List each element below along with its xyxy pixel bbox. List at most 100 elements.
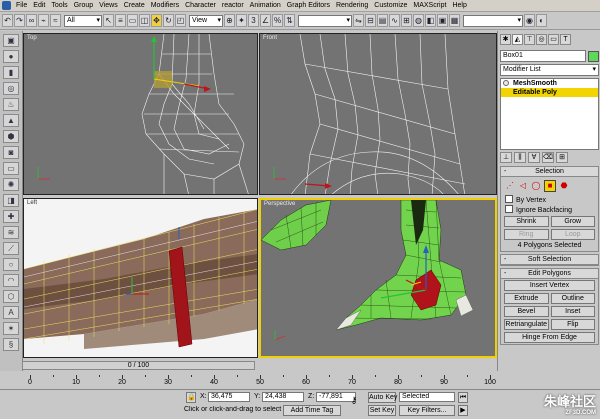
add-time-tag-button[interactable]: Add Time Tag — [283, 405, 341, 416]
menu-group[interactable]: Group — [71, 2, 96, 9]
spinner-snap-icon[interactable]: ⇅ — [284, 14, 295, 27]
select-move-icon[interactable]: ✥ — [151, 14, 162, 27]
key-icon[interactable]: ⚷ — [345, 396, 363, 407]
soft-selection-rollout-header[interactable]: Soft Selection — [501, 255, 598, 265]
app-logo-icon[interactable] — [2, 1, 11, 10]
lock-selection-icon[interactable]: 🔒 — [186, 392, 196, 403]
create-box-icon[interactable]: ▣ — [3, 34, 19, 47]
reference-coordinate-dropdown[interactable]: View — [189, 14, 223, 27]
create-helper-icon[interactable]: ✚ — [3, 210, 19, 223]
y-coordinate-field[interactable]: 24,438 — [262, 392, 304, 402]
viewport-left[interactable]: Left — [23, 198, 258, 358]
menu-edit[interactable]: Edit — [30, 2, 48, 9]
menu-animation[interactable]: Animation — [247, 2, 284, 9]
window-crossing-icon[interactable]: ◫ — [139, 14, 150, 27]
menu-file[interactable]: File — [13, 2, 30, 9]
layer-manager-icon[interactable]: ▤ — [377, 14, 388, 27]
menu-reactor[interactable]: reactor — [219, 2, 247, 9]
redo-icon[interactable]: ↷ — [14, 14, 25, 27]
menu-views[interactable]: Views — [96, 2, 121, 9]
go-to-start-icon[interactable]: ⏮ — [458, 392, 468, 403]
select-rotate-icon[interactable]: ↻ — [163, 14, 174, 27]
snap-toggle-icon[interactable]: 3 — [248, 14, 259, 27]
selection-region-icon[interactable]: ▭ — [127, 14, 138, 27]
modify-tab-icon[interactable]: ◭ — [512, 34, 523, 45]
render-type-dropdown[interactable] — [463, 14, 523, 27]
select-by-name-icon[interactable]: ≡ — [115, 14, 126, 27]
percent-snap-icon[interactable]: % — [272, 14, 283, 27]
create-text-icon[interactable]: A — [3, 306, 19, 319]
stack-item-meshsmooth[interactable]: MeshSmooth — [501, 79, 598, 88]
polygon-mode-icon[interactable]: ■ — [544, 180, 556, 192]
quick-render-icon[interactable]: ▣ — [437, 14, 448, 27]
bind-space-warp-icon[interactable]: ≈ — [50, 14, 61, 27]
unlink-icon[interactable]: ⌁ — [38, 14, 49, 27]
key-filters-button[interactable]: Key Filters... — [399, 405, 455, 416]
viewport-perspective-label[interactable]: Perspective — [264, 201, 295, 207]
pin-stack-icon[interactable]: ⊥ — [500, 152, 512, 163]
menu-character[interactable]: Character — [182, 2, 219, 9]
stack-item-editable-poly[interactable]: Editable Poly — [501, 88, 598, 97]
hinge-from-edge-button[interactable]: Hinge From Edge — [504, 332, 595, 343]
named-selection-sets-dropdown[interactable] — [298, 14, 352, 27]
menu-create[interactable]: Create — [121, 2, 148, 9]
material-editor-icon[interactable]: ◍ — [413, 14, 424, 27]
show-end-result-icon[interactable]: ⫼ — [514, 152, 526, 163]
utilities-tab-icon[interactable]: T — [560, 34, 571, 45]
make-unique-icon[interactable]: ∀ — [528, 152, 540, 163]
insert-vertex-button[interactable]: Insert Vertex — [504, 280, 595, 291]
display-tab-icon[interactable]: ▭ — [548, 34, 559, 45]
object-name-field[interactable]: Box01 — [500, 50, 586, 62]
menu-rendering[interactable]: Rendering — [333, 2, 371, 9]
menu-customize[interactable]: Customize — [371, 2, 410, 9]
viewport-left-label[interactable]: Left — [27, 200, 37, 206]
inset-button[interactable]: Inset — [550, 306, 595, 317]
active-shade-icon[interactable]: ◐ — [536, 14, 547, 27]
align-icon[interactable]: ⊟ — [365, 14, 376, 27]
render-scene-icon[interactable]: ◧ — [425, 14, 436, 27]
create-cone-icon[interactable]: ▲ — [3, 114, 19, 127]
undo-icon[interactable]: ↶ — [2, 14, 13, 27]
ring-button[interactable]: Ring — [504, 229, 549, 240]
retriangulate-button[interactable]: Retriangulate — [504, 319, 549, 330]
edge-mode-icon[interactable]: ◁ — [518, 181, 528, 191]
set-key-button[interactable]: Set Key — [368, 405, 396, 416]
create-tube-icon[interactable]: ◙ — [3, 146, 19, 159]
shrink-button[interactable]: Shrink — [504, 216, 549, 227]
object-color-swatch[interactable] — [588, 50, 599, 62]
selection-filter-dropdown[interactable]: All — [64, 14, 102, 27]
configure-modifier-sets-icon[interactable]: ⊞ — [556, 152, 568, 163]
bevel-button[interactable]: Bevel — [504, 306, 549, 317]
create-light-icon[interactable]: ✺ — [3, 178, 19, 191]
edit-polygons-rollout-header[interactable]: Edit Polygons — [501, 269, 598, 279]
loop-button[interactable]: Loop — [550, 229, 595, 240]
light-bulb-icon[interactable] — [503, 80, 509, 86]
element-mode-icon[interactable]: ⬣ — [559, 181, 569, 191]
create-circle-icon[interactable]: ○ — [3, 258, 19, 271]
vertex-mode-icon[interactable]: ⋰ — [505, 181, 515, 191]
menu-tools[interactable]: Tools — [48, 2, 70, 9]
menu-help[interactable]: Help — [449, 2, 469, 9]
curve-editor-icon[interactable]: ∿ — [389, 14, 400, 27]
create-torus-icon[interactable]: ◎ — [3, 82, 19, 95]
mirror-icon[interactable]: ⇋ — [353, 14, 364, 27]
create-ngon-icon[interactable]: ⬡ — [3, 290, 19, 303]
create-spacewarp-icon[interactable]: ≋ — [3, 226, 19, 239]
create-arc-icon[interactable]: ◠ — [3, 274, 19, 287]
time-slider[interactable]: 0 / 100 — [22, 361, 255, 370]
angle-snap-icon[interactable]: ∠ — [260, 14, 271, 27]
ignore-backfacing-checkbox[interactable]: Ignore Backfacing — [501, 205, 598, 215]
create-camera-icon[interactable]: ◨ — [3, 194, 19, 207]
flip-button[interactable]: Flip — [550, 319, 595, 330]
x-coordinate-field[interactable]: 36,475 — [208, 392, 250, 402]
menu-maxscript[interactable]: MAXScript — [410, 2, 449, 9]
auto-key-button[interactable]: Auto Key — [368, 392, 397, 403]
create-tab-icon[interactable]: ✱ — [500, 34, 511, 45]
create-geosphere-icon[interactable]: ⬢ — [3, 130, 19, 143]
create-star-icon[interactable]: ✶ — [3, 322, 19, 335]
outline-button[interactable]: Outline — [550, 293, 595, 304]
pivot-center-icon[interactable]: ⊕ — [224, 14, 235, 27]
viewport-front-label[interactable]: Front — [263, 35, 277, 41]
extrude-button[interactable]: Extrude — [504, 293, 549, 304]
timeline-ruler[interactable]: 0 10 20 30 40 50 60 70 80 90 100 — [22, 375, 497, 389]
